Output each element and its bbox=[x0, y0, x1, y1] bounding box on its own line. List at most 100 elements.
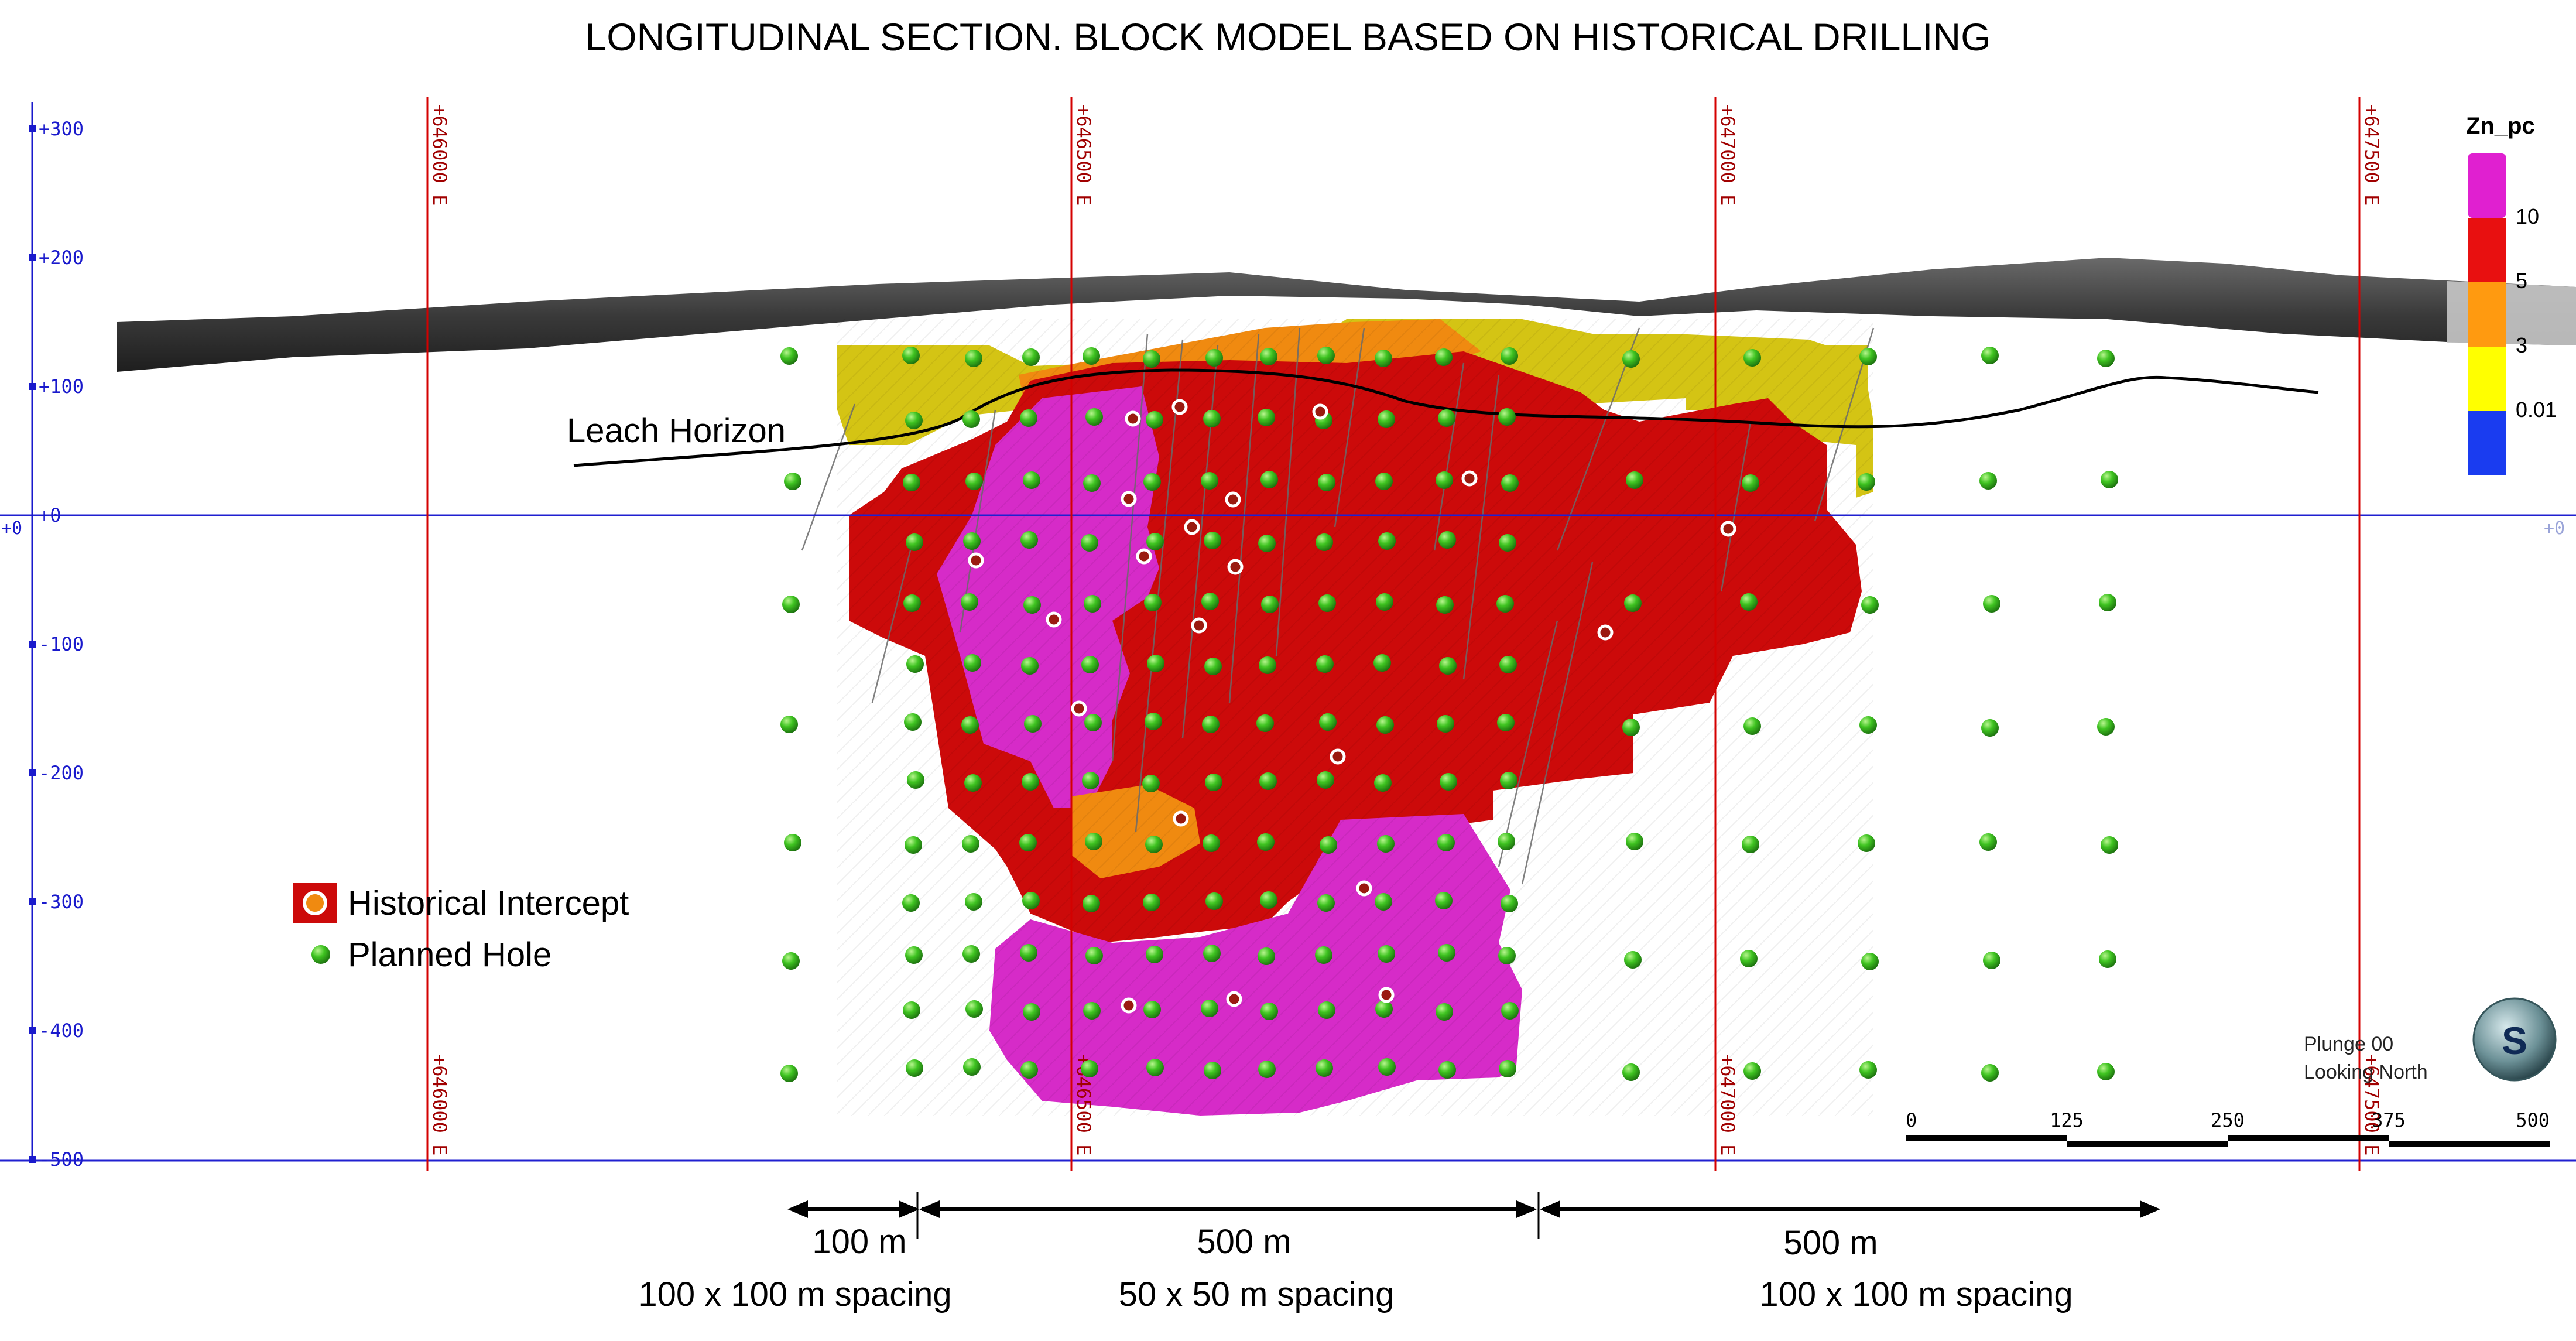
scale-bar-segment bbox=[2228, 1135, 2389, 1141]
planned-hole bbox=[1496, 595, 1514, 613]
planned-hole bbox=[904, 713, 922, 731]
scale-bar-label: 125 bbox=[2050, 1109, 2084, 1131]
elevation-tick-label: -400 bbox=[39, 1020, 84, 1042]
planned-hole bbox=[963, 1058, 981, 1076]
planned-hole bbox=[1023, 1003, 1040, 1021]
planned-hole bbox=[1142, 775, 1160, 792]
planned-hole bbox=[1500, 772, 1517, 789]
planned-hole bbox=[1501, 895, 1518, 912]
planned-hole bbox=[1501, 347, 1518, 365]
planned-hole bbox=[1082, 772, 1099, 789]
easting-label-bottom: +647000 E bbox=[1717, 1054, 1739, 1155]
planned-hole bbox=[965, 350, 982, 367]
planned-hole bbox=[1436, 596, 1454, 614]
historical-intercept bbox=[1046, 611, 1062, 628]
planned-hole bbox=[1205, 892, 1223, 910]
planned-hole bbox=[1378, 410, 1395, 428]
color-band-label: 0.01 bbox=[2516, 398, 2557, 422]
planned-hole bbox=[1318, 474, 1335, 491]
planned-hole bbox=[2099, 594, 2116, 611]
planned-hole bbox=[1020, 944, 1037, 962]
planned-hole bbox=[1740, 593, 1758, 611]
planned-hole bbox=[1437, 715, 1454, 733]
planned-hole bbox=[905, 946, 923, 964]
planned-hole bbox=[1622, 719, 1640, 736]
planned-hole bbox=[784, 834, 801, 851]
historical-intercept bbox=[1597, 624, 1614, 641]
planned-hole bbox=[1205, 349, 1223, 367]
scale-bar: 0 125 250 375 500 bbox=[1906, 1109, 2550, 1147]
planned-hole bbox=[965, 473, 983, 490]
planned-hole bbox=[1624, 594, 1642, 612]
planned-hole bbox=[1259, 656, 1276, 674]
spacing-grid-2: 50 x 50 m spacing bbox=[1119, 1275, 1395, 1313]
historical-intercept bbox=[1312, 403, 1328, 420]
planned-hole bbox=[1981, 1064, 1999, 1082]
planned-hole bbox=[962, 835, 979, 853]
planned-hole bbox=[1375, 1000, 1393, 1018]
planned-hole bbox=[962, 945, 980, 963]
easting-label-bottom: +646000 E bbox=[429, 1054, 451, 1155]
historical-intercept bbox=[1071, 700, 1087, 717]
planned-hole bbox=[1205, 774, 1222, 791]
zero-right-label: +0 bbox=[2544, 518, 2565, 539]
intercept-legend-label: Historical Intercept bbox=[348, 884, 629, 922]
planned-hole bbox=[1145, 836, 1163, 853]
planned-hole bbox=[1260, 471, 1278, 488]
scale-bar-segment bbox=[1906, 1135, 2067, 1141]
planned-hole bbox=[1023, 596, 1041, 614]
planned-hole bbox=[1081, 534, 1098, 552]
scale-bar-segment bbox=[2389, 1141, 2550, 1147]
planned-hole bbox=[1436, 1003, 1453, 1021]
planned-hole bbox=[965, 1000, 983, 1018]
color-band bbox=[2468, 347, 2506, 411]
historical-intercept bbox=[968, 552, 984, 569]
easting-label-top: +647500 E bbox=[2361, 104, 2383, 206]
planned-hole bbox=[1319, 713, 1337, 731]
planned-hole bbox=[1626, 833, 1643, 850]
historical-intercept bbox=[1171, 399, 1188, 415]
planned-hole bbox=[1318, 1001, 1335, 1019]
planned-hole bbox=[1375, 473, 1393, 490]
planned-hole bbox=[1201, 1000, 1218, 1017]
symbol-legend: Historical Intercept Planned Hole bbox=[293, 883, 629, 974]
planned-hole bbox=[780, 347, 798, 365]
planned-hole bbox=[2099, 950, 2116, 968]
planned-hole bbox=[1743, 717, 1761, 735]
planned-hole bbox=[1260, 891, 1277, 909]
planned-hole bbox=[1084, 595, 1101, 613]
historical-intercept bbox=[1136, 548, 1152, 565]
historical-intercept bbox=[1125, 410, 1141, 427]
planned-hole bbox=[903, 1001, 920, 1019]
planned-hole bbox=[1145, 713, 1162, 730]
elevation-tick-label: +0 bbox=[39, 504, 61, 526]
planned-hole bbox=[964, 774, 982, 792]
spacing-arrowhead-1b bbox=[899, 1200, 919, 1218]
planned-hole bbox=[906, 1059, 923, 1077]
scale-bar-label: 250 bbox=[2211, 1109, 2245, 1131]
color-legend-title: Zn_pc bbox=[2466, 113, 2535, 139]
planned-hole bbox=[965, 893, 982, 911]
plunge-label: Plunge 00 bbox=[2304, 1033, 2393, 1055]
looking-label: Looking North bbox=[2304, 1061, 2428, 1083]
planned-hole bbox=[1498, 947, 1516, 964]
planned-hole-legend-label: Planned Hole bbox=[348, 936, 551, 974]
planned-hole bbox=[1373, 654, 1391, 672]
planned-hole bbox=[2101, 836, 2118, 854]
planned-hole bbox=[1147, 655, 1164, 672]
elevation-tick bbox=[29, 254, 36, 261]
planned-hole bbox=[1499, 656, 1517, 673]
planned-hole bbox=[1204, 1062, 1221, 1079]
elevation-tick bbox=[29, 1156, 36, 1163]
spacing-distance-3: 500 m bbox=[1783, 1224, 1878, 1262]
scale-bar-label: 375 bbox=[2372, 1109, 2406, 1131]
planned-hole bbox=[1143, 473, 1161, 491]
elevation-tick-label: -200 bbox=[39, 762, 84, 784]
planned-hole bbox=[780, 716, 798, 733]
planned-hole bbox=[1981, 719, 1999, 737]
planned-hole bbox=[1203, 834, 1220, 852]
elevation-tick bbox=[29, 1027, 36, 1034]
historical-intercept bbox=[1173, 810, 1189, 827]
planned-hole bbox=[1146, 1059, 1164, 1076]
planned-hole bbox=[1256, 714, 1274, 732]
